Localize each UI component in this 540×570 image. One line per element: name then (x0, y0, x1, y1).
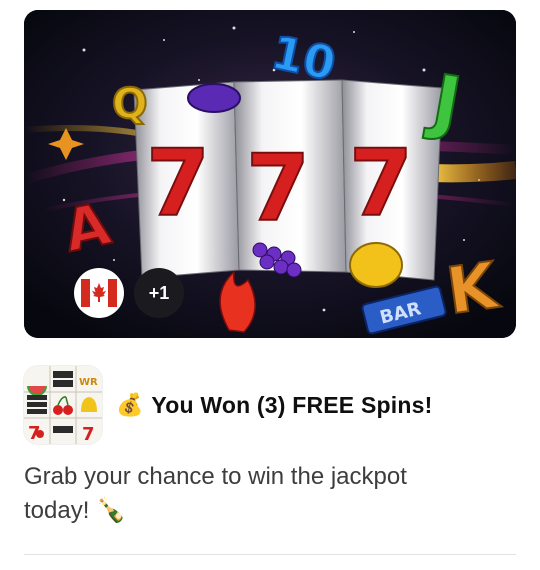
svg-text:7: 7 (82, 424, 95, 444)
slot-machine-symbols-icon[interactable]: WR 7 7 (24, 366, 102, 444)
svg-text:7: 7 (246, 135, 310, 242)
canada-flag-icon[interactable] (74, 268, 124, 318)
description-line-1: Grab your chance to win the jackpot (24, 463, 407, 490)
notification-description: Grab your chance to win the jackpot toda… (24, 460, 516, 528)
money-bag-icon: 💰 (116, 392, 144, 418)
region-badges: +1 (74, 268, 184, 318)
notification-title[interactable]: You Won (3) FREE Spins! (151, 392, 432, 419)
svg-text:7: 7 (146, 130, 210, 237)
description-line-2: today! 🍾 (24, 497, 126, 524)
hero-banner[interactable]: 7 7 7 10 J Q A K BAR +1 (24, 10, 516, 338)
svg-text:7: 7 (349, 130, 413, 237)
extra-regions-badge[interactable]: +1 (134, 268, 184, 318)
svg-text:Q: Q (112, 79, 148, 128)
svg-text:WR: WR (79, 377, 98, 388)
notification-title-row: WR 7 7 💰 You Won (3) FREE Spins! (24, 366, 432, 444)
divider (24, 554, 516, 555)
